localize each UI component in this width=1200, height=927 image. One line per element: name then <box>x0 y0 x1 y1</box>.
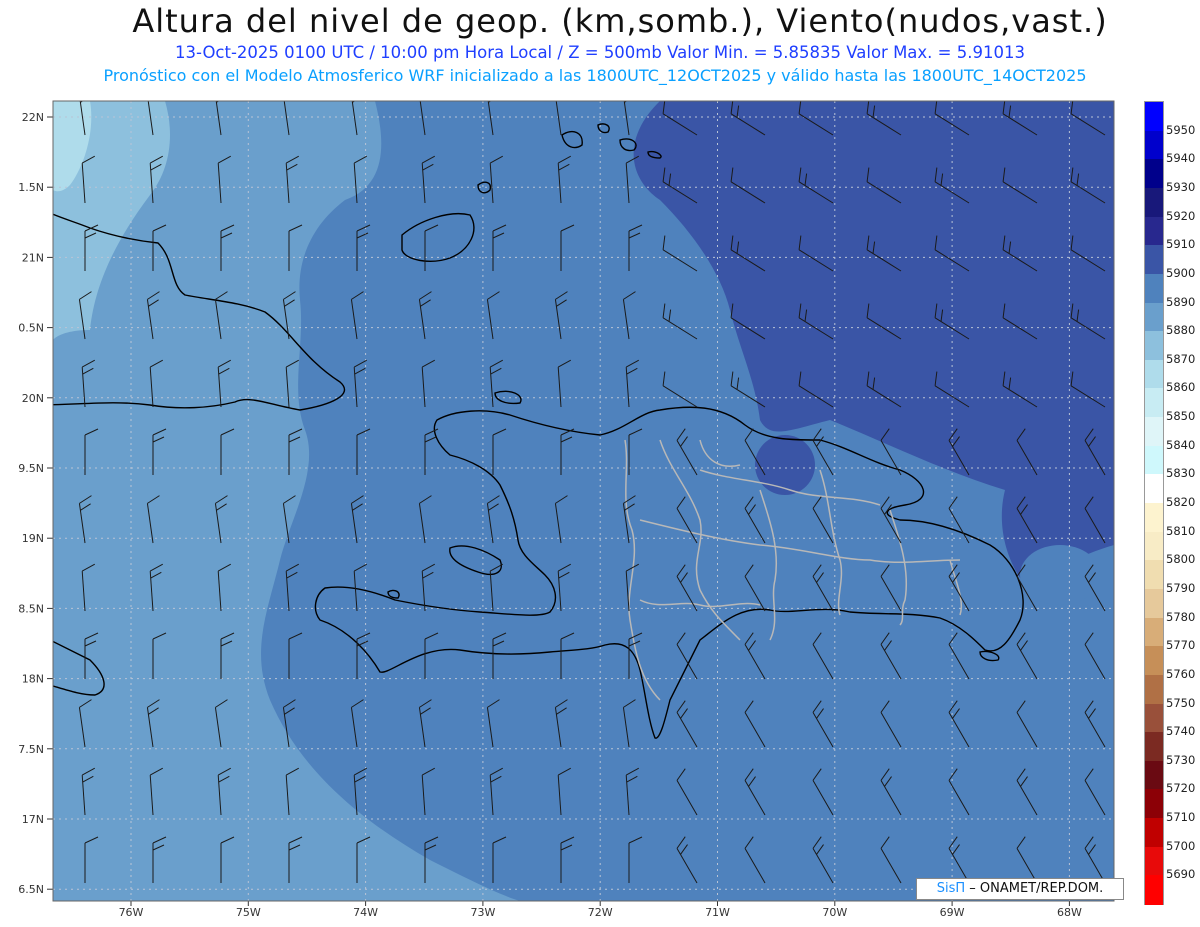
credit-box: SisΠ – ONAMET/REP.DOM. <box>916 878 1124 900</box>
lon-label: 71W <box>705 906 730 919</box>
colorbar-level-label: 5910 <box>1166 237 1196 252</box>
barb-flag <box>623 88 637 96</box>
colorbar-swatch <box>1145 359 1163 390</box>
colorbar-level-label: 5740 <box>1166 724 1196 739</box>
colorbar-level-label: 5780 <box>1166 609 1196 624</box>
colorbar-level-label: 5750 <box>1166 695 1196 710</box>
colorbar-level-label: 5790 <box>1166 580 1196 595</box>
barb-flag <box>215 88 229 96</box>
barb-flag <box>351 88 365 96</box>
barb-flag <box>487 88 501 96</box>
barb-flag <box>79 88 93 96</box>
colorbar-swatch <box>1145 703 1163 733</box>
shade-5900-patch <box>1020 545 1100 605</box>
colorbar-swatch <box>1145 245 1163 275</box>
longitude-labels: 76W 75W 74W 73W 72W 71W 70W 69W 68W <box>119 901 1082 919</box>
colorbar-level-label: 5940 <box>1166 151 1196 166</box>
colorbar-swatch <box>1145 531 1163 561</box>
colorbar-swatch <box>1145 789 1163 819</box>
colorbar-level-label: 5800 <box>1166 552 1196 567</box>
colorbar-swatch <box>1145 130 1163 160</box>
lat-label: 8.5N <box>18 602 44 615</box>
colorbar-level-label: 5760 <box>1166 666 1196 681</box>
colorbar-swatch <box>1145 760 1163 791</box>
colorbar-swatch <box>1145 560 1163 590</box>
colorbar-swatch <box>1145 674 1163 705</box>
colorbar-swatch <box>1145 159 1163 189</box>
colorbar-swatch <box>1145 846 1163 876</box>
colorbar-swatch <box>1145 302 1163 332</box>
colorbar-level-label: 5770 <box>1166 638 1196 653</box>
colorbar-level-label: 5870 <box>1166 351 1196 366</box>
colorbar-level-label: 5720 <box>1166 781 1196 796</box>
colorbar-swatch <box>1145 102 1163 132</box>
latitude-labels: 22N 1.5N 21N 0.5N 20N 9.5N 19N 8.5N 18N 7.5N 17N 6.… <box>18 111 53 896</box>
lat-label: 22N <box>22 111 44 124</box>
lat-label: 20N <box>22 392 44 405</box>
colorbar-swatch <box>1145 273 1163 304</box>
colorbar-level-label: 5900 <box>1166 265 1196 280</box>
lat-label: 17N <box>22 813 44 826</box>
colorbar-level-label: 5820 <box>1166 495 1196 509</box>
lon-label: 74W <box>353 906 378 919</box>
colorbar-level-label: 5730 <box>1166 752 1196 767</box>
barb-flag <box>555 88 569 96</box>
colorbar <box>1144 101 1164 905</box>
lon-label: 73W <box>470 906 495 919</box>
colorbar-level-label: 5880 <box>1166 323 1196 338</box>
colorbar-level-label: 5920 <box>1166 208 1196 223</box>
lat-label: 21N <box>22 251 44 264</box>
credit-text: – ONAMET/REP.DOM. <box>965 881 1104 896</box>
geopotential-map: 22N 1.5N 21N 0.5N 20N 9.5N 19N 8.5N 18N 7.5N 17N 6.… <box>18 88 1115 919</box>
colorbar-level-label: 5860 <box>1166 380 1196 395</box>
lon-label: 69W <box>940 906 965 919</box>
lat-label: 1.5N <box>18 181 44 194</box>
lat-label: 19N <box>22 532 44 545</box>
colorbar-level-label: 5700 <box>1166 838 1196 853</box>
lon-label: 68W <box>1057 906 1082 919</box>
colorbar-swatch <box>1145 875 1163 905</box>
colorbar-swatch <box>1145 417 1163 447</box>
lon-label: 70W <box>822 906 847 919</box>
colorbar-swatch <box>1145 216 1163 246</box>
colorbar-level-label: 5710 <box>1166 810 1196 825</box>
colorbar-level-label: 5930 <box>1166 179 1196 194</box>
colorbar-level-label: 5840 <box>1166 437 1196 452</box>
lon-label: 75W <box>236 906 261 919</box>
shading-layer <box>53 101 1114 901</box>
colorbar-swatch <box>1145 331 1163 361</box>
lon-label: 76W <box>119 906 144 919</box>
colorbar-level-label: 5890 <box>1166 294 1196 309</box>
colorbar-level-label: 5950 <box>1166 122 1196 137</box>
barb-flag <box>147 88 161 96</box>
colorbar-swatch <box>1145 388 1163 418</box>
lat-label: 18N <box>22 673 44 686</box>
barb-flag <box>419 88 433 96</box>
colorbar-swatch <box>1145 732 1163 762</box>
colorbar-swatch <box>1145 818 1163 848</box>
colorbar-level-label: 5850 <box>1166 409 1196 424</box>
lat-label: 9.5N <box>18 462 44 475</box>
colorbar-swatch <box>1145 474 1163 504</box>
colorbar-swatch <box>1145 503 1163 533</box>
colorbar-level-label: 5810 <box>1166 523 1196 538</box>
barb-flag <box>283 88 297 96</box>
colorbar-swatch <box>1145 445 1163 475</box>
lat-label: 0.5N <box>18 322 44 335</box>
lon-label: 72W <box>588 906 613 919</box>
lat-label: 6.5N <box>18 883 44 896</box>
colorbar-swatch <box>1145 588 1163 619</box>
colorbar-level-label: 5830 <box>1166 466 1196 481</box>
colorbar-swatch <box>1145 646 1163 676</box>
colorbar-swatch <box>1145 187 1163 218</box>
shade-5900-island-patch <box>755 435 815 495</box>
colorbar-level-label: 5690 <box>1166 867 1196 882</box>
colorbar-swatch <box>1145 617 1163 647</box>
lat-label: 7.5N <box>18 743 44 756</box>
credit-brand: SisΠ <box>936 881 966 896</box>
